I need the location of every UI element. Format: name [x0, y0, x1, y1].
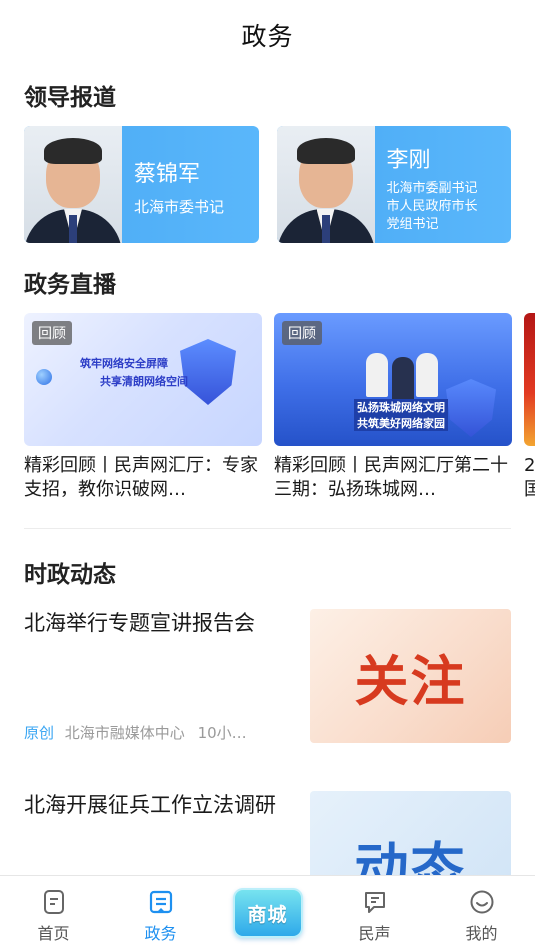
- leader-title-line: 党组书记: [386, 217, 439, 232]
- tab-home[interactable]: 首页: [0, 876, 107, 951]
- leader-title-line: 北海市委副书记: [386, 181, 478, 196]
- tab-label: 我的: [465, 924, 498, 943]
- live-caption: 精彩回顾丨民声网汇厅第二十三期：弘扬珠城网…: [274, 455, 508, 500]
- header: 政务: [0, 0, 535, 70]
- shield-icon: [180, 339, 236, 405]
- leader-card[interactable]: 蔡锦军 北海市委书记: [24, 126, 259, 243]
- live-caption: 2…国…: [524, 455, 535, 500]
- original-tag: 原创: [24, 724, 55, 742]
- leader-title: 北海市委副书记 市人民政府市长 党组书记: [387, 180, 478, 234]
- tab-mall[interactable]: 商城: [214, 876, 321, 951]
- chat-bubble-icon: [361, 888, 389, 916]
- thumb-word: 关注: [354, 648, 467, 713]
- news-time: 10小…: [197, 724, 247, 742]
- news-meta: 原创 北海市融媒体中心 10小…: [24, 722, 247, 743]
- news-item[interactable]: 北海举行专题宣讲报告会 原创 北海市融媒体中心 10小… 关注: [0, 609, 535, 743]
- section-title-leaders: 领导报道: [24, 85, 116, 111]
- section-title-news: 时政动态: [24, 562, 116, 588]
- live-card[interactable]: 2…国…: [524, 313, 535, 502]
- home-doc-icon: [40, 888, 68, 916]
- live-card[interactable]: 筑牢网络安全屏障 共享清朗网络空间 回顾 精彩回顾丨民声网汇厅：专家支招，教你识…: [24, 313, 262, 502]
- leader-cards: 蔡锦军 北海市委书记 李刚 北海市委副书记 市人民政府市长 党组书记: [0, 126, 535, 243]
- thumb-text: 筑牢网络安全屏障: [80, 357, 168, 370]
- tab-mine[interactable]: 我的: [428, 876, 535, 951]
- leader-name: 李刚: [386, 148, 431, 173]
- leader-card[interactable]: 李刚 北海市委副书记 市人民政府市长 党组书记: [276, 126, 511, 243]
- thumb-text: 弘扬珠城网络文明: [354, 399, 448, 415]
- tab-gov[interactable]: 政务: [107, 876, 214, 951]
- live-carousel[interactable]: 筑牢网络安全屏障 共享清朗网络空间 回顾 精彩回顾丨民声网汇厅：专家支招，教你识…: [0, 313, 535, 502]
- news-source: 北海市融媒体中心: [64, 724, 185, 742]
- live-thumbnail: [524, 313, 535, 446]
- leader-title: 北海市委书记: [134, 198, 225, 216]
- tab-label: 政务: [144, 924, 177, 943]
- news-thumbnail: 关注: [310, 609, 511, 743]
- thumb-text: 共筑美好网络家园: [354, 415, 448, 431]
- leader-name: 蔡锦军: [134, 162, 201, 187]
- smiley-face-icon: [468, 888, 496, 916]
- shield-icon: [446, 379, 496, 437]
- leader-title-line: 市人民政府市长: [386, 199, 478, 214]
- live-caption: 精彩回顾丨民声网汇厅：专家支招，教你识破网…: [24, 455, 258, 500]
- news-title: 北海举行专题宣讲报告会: [24, 611, 255, 635]
- mall-label: 商城: [247, 903, 288, 926]
- tab-label: 民声: [358, 924, 391, 943]
- leader-photo: [276, 126, 375, 243]
- news-title: 北海开展征兵工作立法调研: [24, 793, 276, 817]
- gov-icon: [147, 888, 175, 916]
- mall-button[interactable]: 商城: [232, 888, 303, 938]
- thumb-text: 共享清朗网络空间: [100, 375, 188, 388]
- bottom-tab-bar: 首页 政务 商城 民声 我的: [0, 875, 535, 951]
- tab-label: 首页: [37, 924, 70, 943]
- divider: [24, 528, 511, 529]
- tab-voice[interactable]: 民声: [321, 876, 428, 951]
- live-card[interactable]: 弘扬珠城网络文明 共筑美好网络家园 回顾 精彩回顾丨民声网汇厅第二十三期：弘扬珠…: [274, 313, 512, 502]
- page-title: 政务: [241, 22, 294, 51]
- live-thumbnail: 弘扬珠城网络文明 共筑美好网络家园 回顾: [274, 313, 512, 446]
- section-title-live: 政务直播: [24, 272, 116, 298]
- replay-badge: 回顾: [32, 321, 72, 345]
- replay-badge: 回顾: [282, 321, 322, 345]
- leader-photo: [24, 126, 122, 243]
- live-thumbnail: 筑牢网络安全屏障 共享清朗网络空间 回顾: [24, 313, 262, 446]
